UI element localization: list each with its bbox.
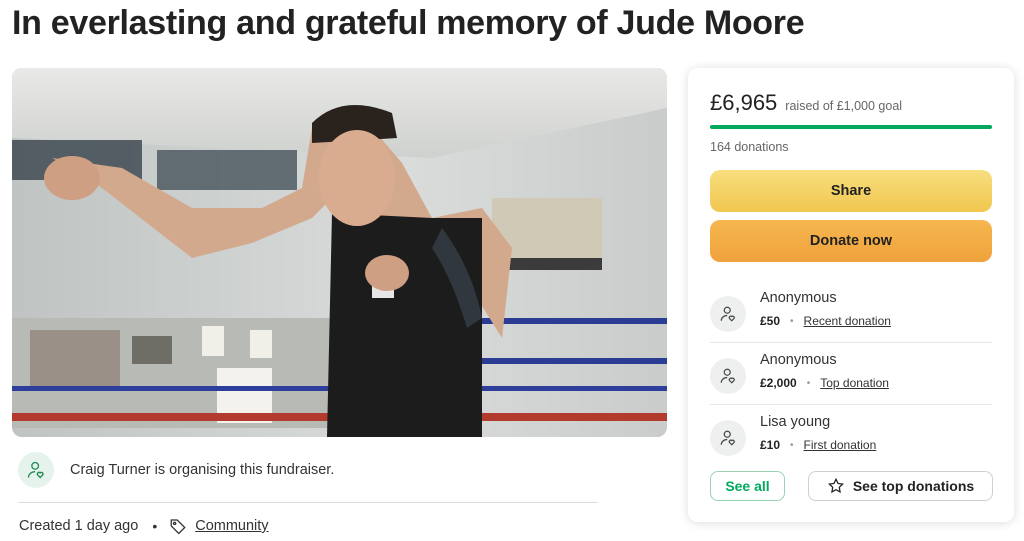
- donation-type-link[interactable]: Recent donation: [804, 314, 891, 328]
- donation-amount: £50: [760, 314, 781, 328]
- hero-photo-illustration: [12, 68, 667, 437]
- donation-detail: £2,000 • Top donation: [760, 376, 889, 390]
- see-top-donations-label: See top donations: [852, 478, 975, 494]
- donation-detail: £10 • First donation: [760, 438, 876, 452]
- donation-item: Anonymous £50 • Recent donation: [710, 282, 992, 344]
- donor-name: Anonymous: [760, 352, 837, 368]
- organiser-row: Craig Turner is organising this fundrais…: [18, 452, 334, 488]
- see-top-donations-button[interactable]: See top donations: [808, 471, 993, 501]
- donation-separator: •: [790, 439, 794, 451]
- donor-icon: [710, 420, 746, 456]
- donor-name: Anonymous: [760, 290, 837, 306]
- donation-item: Anonymous £2,000 • Top donation: [710, 344, 992, 406]
- donor-name: Lisa young: [760, 414, 831, 430]
- donation-divider: [710, 404, 992, 405]
- donations-count: 164 donations: [710, 140, 789, 154]
- donate-now-button[interactable]: Donate now: [710, 220, 992, 262]
- person-heart-icon: [27, 461, 44, 479]
- donor-icon: [710, 358, 746, 394]
- meta-separator: •: [152, 518, 158, 534]
- hero-photo[interactable]: [12, 68, 667, 437]
- see-all-button[interactable]: See all: [710, 471, 785, 501]
- donation-separator: •: [806, 377, 811, 389]
- section-divider: [18, 502, 598, 503]
- donation-type-link[interactable]: First donation: [804, 438, 877, 452]
- donation-amount: £2,000: [760, 376, 797, 390]
- donation-separator: •: [790, 315, 794, 327]
- goal-text: raised of £1,000 goal: [785, 99, 903, 113]
- progress-bar: [710, 125, 992, 129]
- donation-amount: £10: [760, 438, 781, 452]
- donor-icon: [710, 296, 746, 332]
- progress-fill: [710, 125, 992, 129]
- created-text: Created 1 day ago: [19, 518, 139, 534]
- amount-raised: £6,965: [710, 90, 778, 115]
- organiser-avatar: [18, 452, 54, 488]
- donation-type-link[interactable]: Top donation: [820, 376, 889, 390]
- donation-card: £6,965 raised of £1,000 goal 164 donatio…: [688, 68, 1014, 522]
- donation-divider: [710, 342, 992, 343]
- category-link[interactable]: Community: [195, 518, 268, 534]
- fundraiser-meta: Created 1 day ago • Community: [19, 517, 269, 535]
- share-button[interactable]: Share: [710, 170, 992, 212]
- donation-item: Lisa young £10 • First donation: [710, 406, 992, 468]
- page-title: In everlasting and grateful memory of Ju…: [12, 4, 805, 42]
- raised-summary: £6,965 raised of £1,000 goal: [710, 90, 902, 116]
- organiser-text: Craig Turner is organising this fundrais…: [70, 462, 335, 478]
- donation-detail: £50 • Recent donation: [760, 314, 891, 328]
- star-icon: [827, 477, 844, 494]
- tag-icon: [169, 517, 187, 535]
